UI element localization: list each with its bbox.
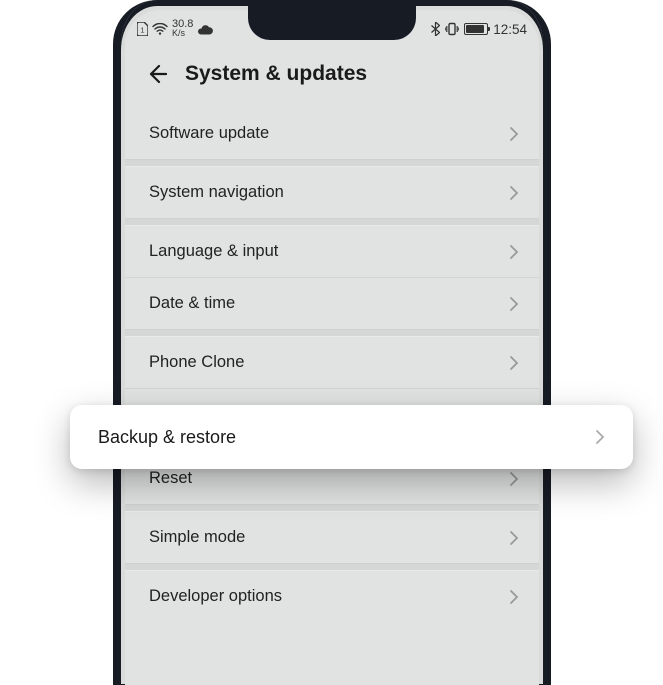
chevron-right-icon <box>595 429 605 445</box>
list-item-software-update[interactable]: Software update <box>125 108 539 159</box>
settings-list: Software update System navigation Langua… <box>125 108 539 622</box>
list-item-label: Backup & restore <box>98 427 236 448</box>
wifi-icon <box>152 23 168 35</box>
svg-text:1: 1 <box>140 26 144 35</box>
phone-frame: 1 30.8 K/s <box>113 0 551 685</box>
list-item-label: Developer options <box>149 587 282 606</box>
page-title: System & updates <box>185 62 367 86</box>
chevron-right-icon <box>509 530 519 546</box>
list-item-date-time[interactable]: Date & time <box>125 278 539 329</box>
chevron-right-icon <box>509 244 519 260</box>
list-item-developer-options[interactable]: Developer options <box>125 571 539 622</box>
list-item-label: Phone Clone <box>149 353 244 372</box>
list-item-label: Language & input <box>149 242 278 261</box>
page-header: System & updates <box>125 48 539 104</box>
display-notch <box>248 0 416 40</box>
list-item-simple-mode[interactable]: Simple mode <box>125 512 539 563</box>
list-item-label: Simple mode <box>149 528 245 547</box>
chevron-right-icon <box>509 471 519 487</box>
chevron-right-icon <box>509 296 519 312</box>
battery-icon <box>464 23 488 35</box>
list-item-phone-clone[interactable]: Phone Clone <box>125 337 539 389</box>
clock: 12:54 <box>493 22 527 37</box>
vibrate-icon <box>445 22 459 36</box>
chevron-right-icon <box>509 355 519 371</box>
chevron-right-icon <box>509 126 519 142</box>
network-speed: 30.8 K/s <box>172 20 193 38</box>
list-item-language-input[interactable]: Language & input <box>125 226 539 278</box>
screen: 1 30.8 K/s <box>125 10 539 685</box>
chevron-right-icon <box>509 589 519 605</box>
list-item-backup-restore[interactable]: Backup & restore <box>70 405 633 469</box>
list-item-label: Software update <box>149 124 269 143</box>
sim-icon: 1 <box>137 22 148 36</box>
back-button[interactable] <box>145 63 167 85</box>
cloud-icon <box>197 24 213 35</box>
list-item-label: System navigation <box>149 183 284 202</box>
list-item-label: Date & time <box>149 294 235 313</box>
list-item-system-navigation[interactable]: System navigation <box>125 167 539 218</box>
bluetooth-icon <box>431 22 440 36</box>
chevron-right-icon <box>509 185 519 201</box>
list-item-label: Reset <box>149 469 192 488</box>
